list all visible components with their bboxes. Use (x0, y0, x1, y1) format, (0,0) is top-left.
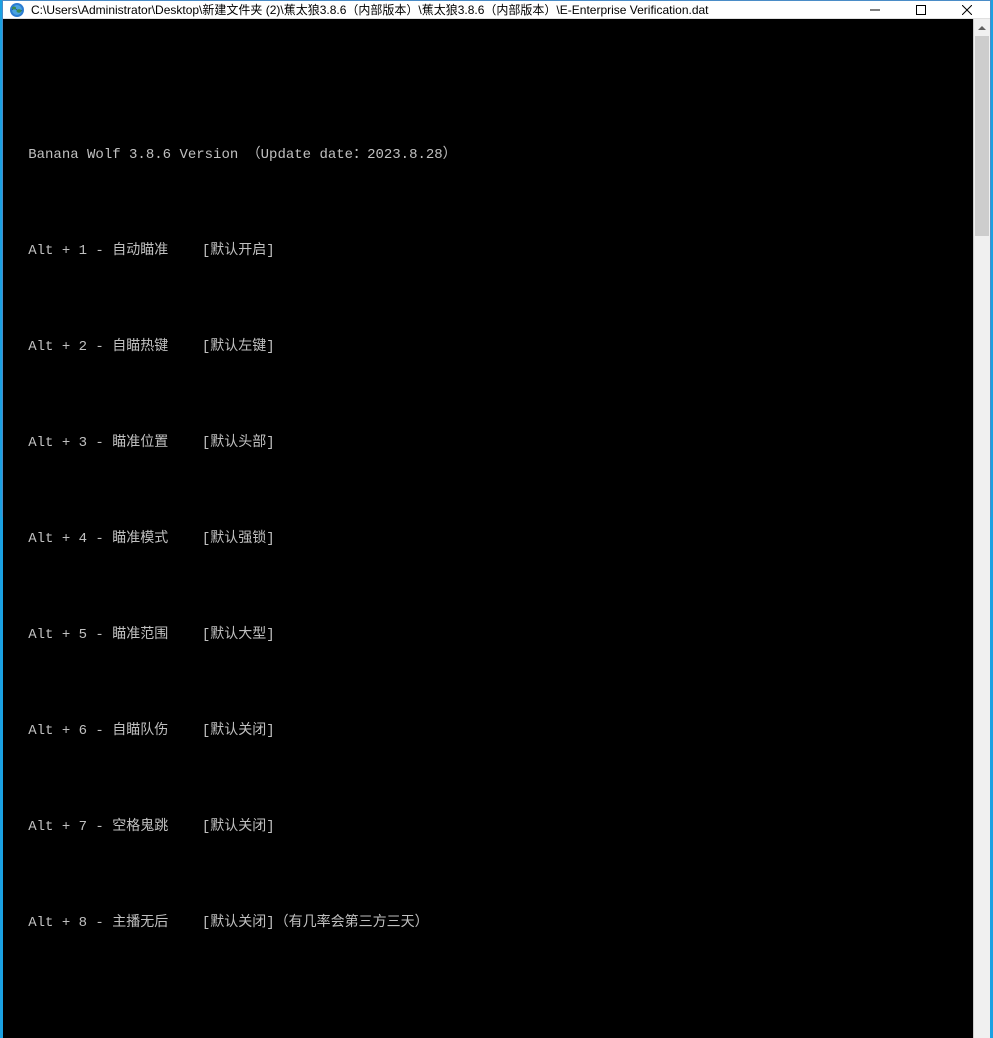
maximize-button[interactable] (898, 1, 944, 18)
app-window: C:\Users\Administrator\Desktop\新建文件夹 (2)… (2, 0, 991, 517)
minimize-button[interactable] (852, 1, 898, 18)
close-button[interactable] (944, 1, 990, 18)
console-header: Banana Wolf 3.8.6 Version （Update date：2… (3, 147, 973, 163)
feature-row: Alt + 8 - 主播无后 [默认关闭]（有几率会第三方三天） (3, 915, 973, 931)
feature-row: Alt + 2 - 自瞄热键 [默认左键] (3, 339, 973, 355)
feature-row: Alt + 1 - 自动瞄准 [默认开启] (3, 243, 973, 259)
scrollbar-vertical[interactable] (973, 19, 990, 1038)
scrollbar-thumb[interactable] (975, 36, 989, 236)
console-output: Banana Wolf 3.8.6 Version （Update date：2… (3, 19, 973, 1038)
feature-row: Alt + 7 - 空格鬼跳 [默认关闭] (3, 819, 973, 835)
feature-row: Alt + 5 - 瞄准范围 [默认大型] (3, 627, 973, 643)
feature-row: Alt + 6 - 自瞄队伤 [默认关闭] (3, 723, 973, 739)
window-controls (852, 1, 990, 18)
window-title: C:\Users\Administrator\Desktop\新建文件夹 (2)… (31, 1, 852, 18)
feature-row: Alt + 3 - 瞄准位置 [默认头部] (3, 435, 973, 451)
feature-row: Alt + 4 - 瞄准模式 [默认强锁] (3, 531, 973, 547)
content-wrap: Banana Wolf 3.8.6 Version （Update date：2… (3, 19, 990, 1038)
app-icon (9, 2, 25, 18)
scroll-up-button[interactable] (974, 19, 990, 36)
titlebar[interactable]: C:\Users\Administrator\Desktop\新建文件夹 (2)… (3, 1, 990, 19)
